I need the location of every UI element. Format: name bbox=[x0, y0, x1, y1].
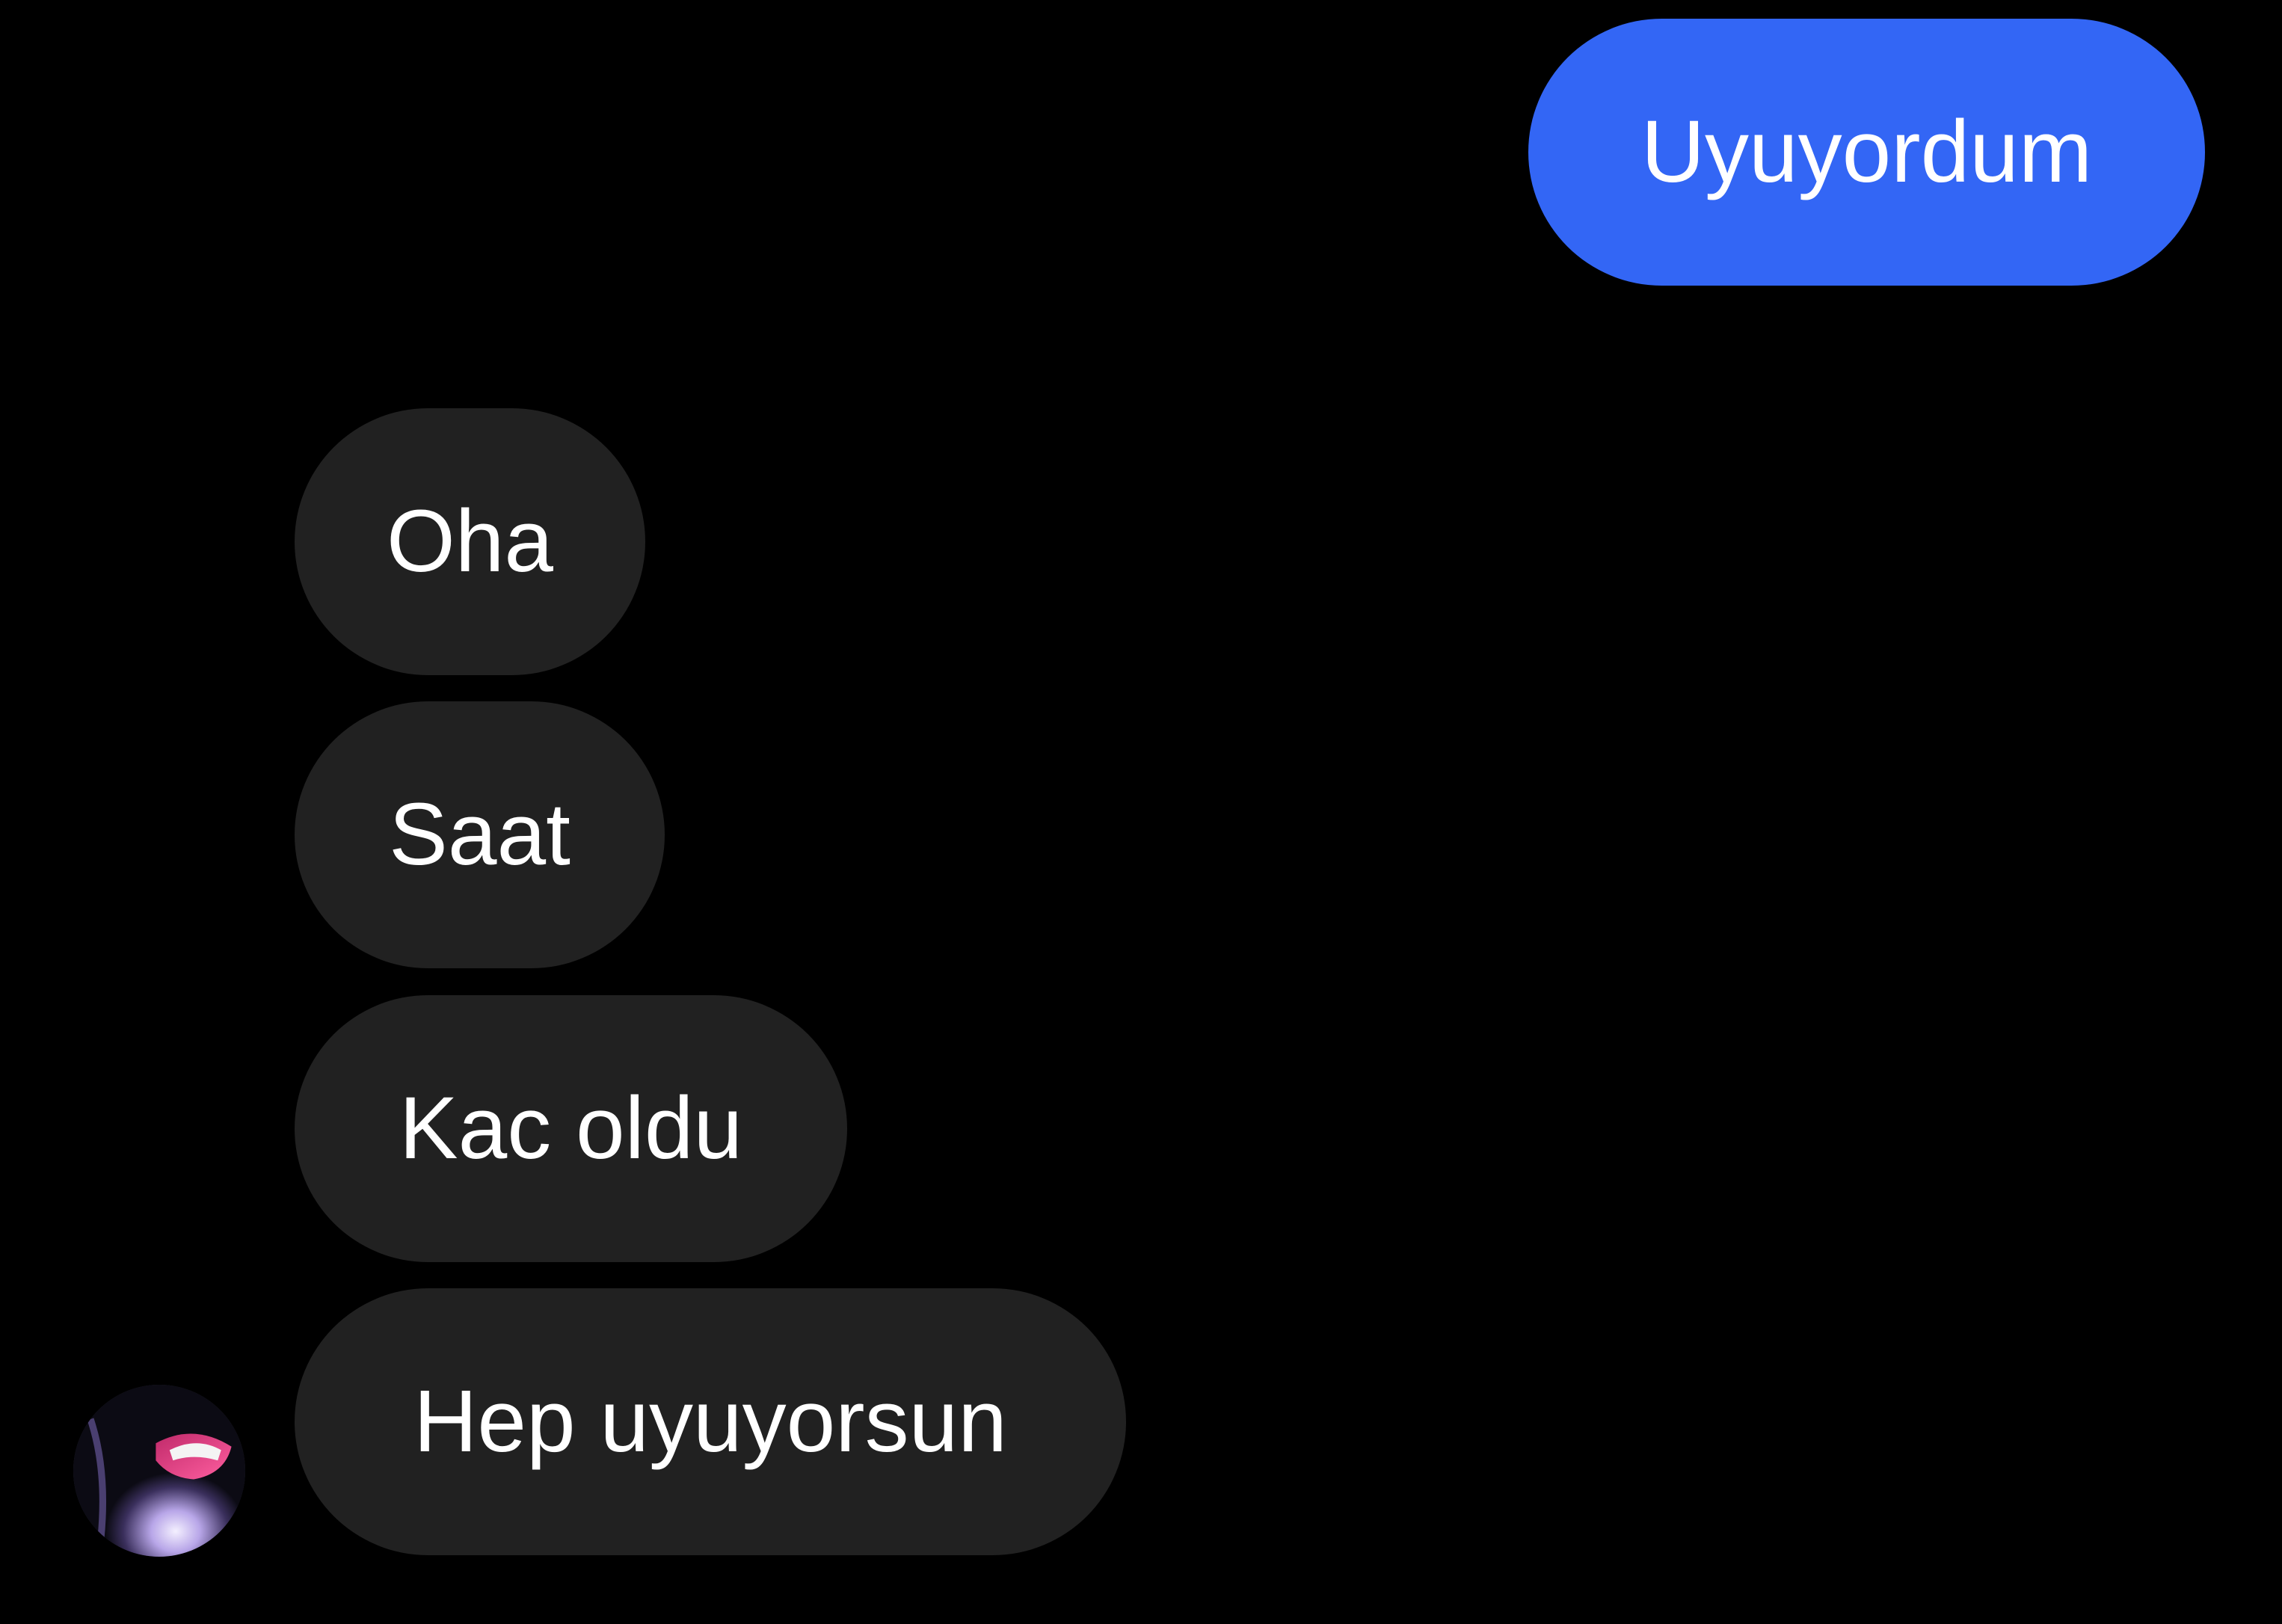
incoming-message-bubble[interactable]: Kac oldu bbox=[295, 995, 847, 1262]
incoming-message-bubble[interactable]: Hep uyuyorsun bbox=[295, 1288, 1126, 1555]
incoming-message-bubble[interactable]: Oha bbox=[295, 408, 645, 675]
avatar-photo-icon bbox=[73, 1385, 245, 1557]
outgoing-message-bubble[interactable]: Uyuyordum bbox=[1528, 19, 2205, 286]
message-thread: Uyuyordum Oha Saat Kac oldu Hep uyuyorsu… bbox=[0, 0, 2282, 1624]
incoming-message-bubble[interactable]: Saat bbox=[295, 701, 665, 968]
contact-avatar[interactable] bbox=[73, 1385, 245, 1557]
